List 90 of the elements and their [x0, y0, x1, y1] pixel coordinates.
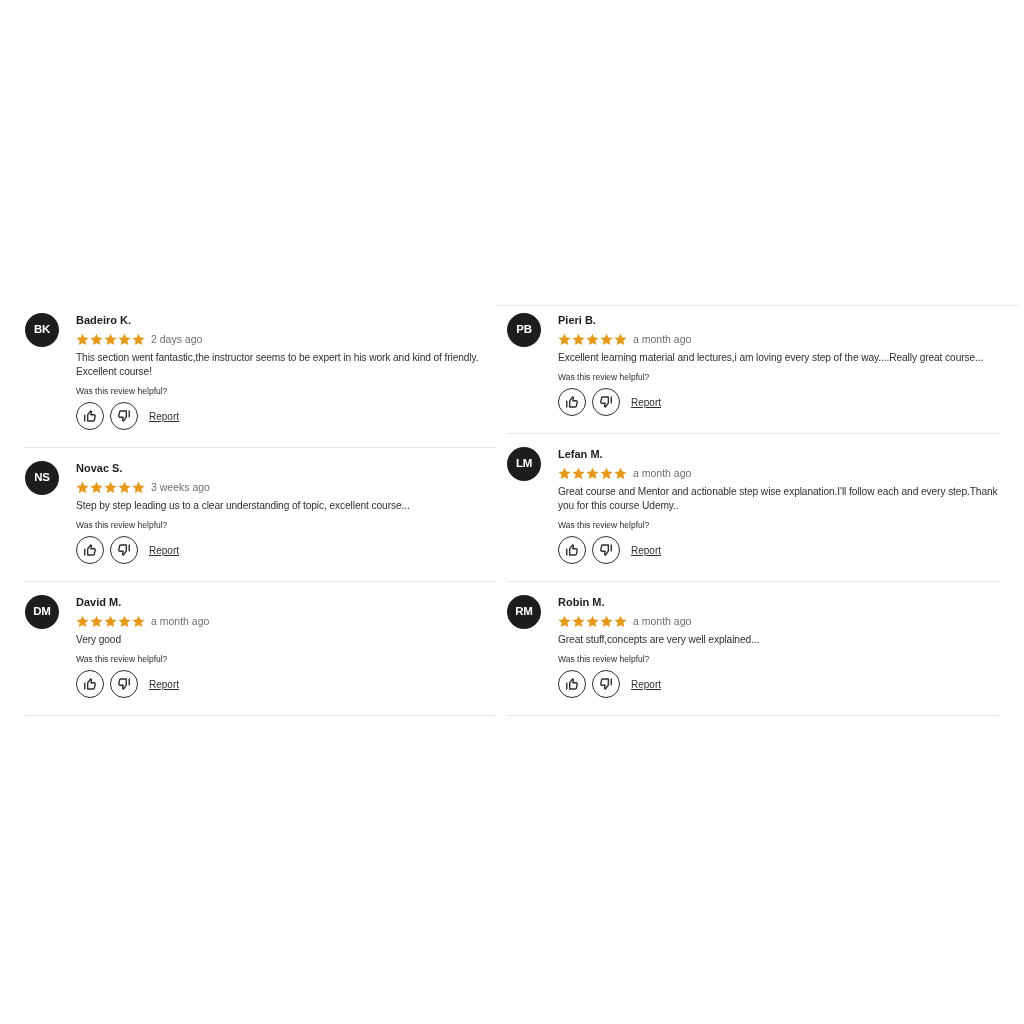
- reviewer-name: Robin M.: [558, 595, 606, 609]
- thumbs-up-button[interactable]: [76, 536, 104, 564]
- star-icon: [558, 332, 571, 346]
- review-text: Excellent learning material and lectures,i am loving every step of the way....Really great course...: [558, 351, 985, 365]
- thumbs-down-button[interactable]: [110, 536, 138, 564]
- thumbs-down-button[interactable]: [592, 388, 620, 416]
- thumbs-up-button[interactable]: [558, 388, 586, 416]
- star-icon: [600, 332, 613, 346]
- thumbs-up-icon: [565, 677, 579, 691]
- star-icon: [586, 332, 599, 346]
- report-link[interactable]: Report: [149, 676, 179, 692]
- star-icon: [614, 466, 627, 480]
- review-date: a month ago: [633, 332, 692, 346]
- thumbs-up-icon: [565, 543, 579, 557]
- report-link[interactable]: Report: [631, 394, 661, 410]
- thumbs-down-button[interactable]: [592, 670, 620, 698]
- report-link[interactable]: Report: [631, 676, 661, 692]
- review-text: Great stuff,concepts are very well explained...: [558, 633, 761, 647]
- thumbs-down-button[interactable]: [110, 402, 138, 430]
- star-icon: [118, 480, 131, 494]
- star-icon: [90, 480, 103, 494]
- thumbs-down-icon: [117, 543, 131, 557]
- thumbs-down-button[interactable]: [592, 536, 620, 564]
- star-icon: [572, 466, 585, 480]
- star-icon: [90, 332, 103, 346]
- thumbs-up-icon: [83, 409, 97, 423]
- thumbs-down-icon: [599, 677, 613, 691]
- avatar: BK: [25, 313, 59, 347]
- star-icon: [104, 614, 117, 628]
- review-text: Very good: [76, 633, 122, 647]
- helpful-prompt: Was this review helpful?: [76, 653, 169, 665]
- review-date: 2 days ago: [151, 332, 203, 346]
- star-icon: [118, 614, 131, 628]
- thumbs-down-icon: [599, 395, 613, 409]
- thumbs-up-button[interactable]: [558, 670, 586, 698]
- report-link[interactable]: Report: [149, 542, 179, 558]
- helpful-prompt: Was this review helpful?: [76, 385, 169, 397]
- thumbs-down-icon: [117, 409, 131, 423]
- thumbs-up-icon: [83, 677, 97, 691]
- review-text: Great course and Mentor and actionable step wise explanation.I'll follow each and every step.Thank you for this course Udemy..: [558, 485, 999, 513]
- review-text: This section went fantastic,the instructor seems to be expert in his work and kind of friendly. Excellent course!: [76, 351, 480, 379]
- star-icon: [600, 466, 613, 480]
- helpful-prompt: Was this review helpful?: [558, 653, 651, 665]
- helpful-prompt: Was this review helpful?: [558, 371, 651, 383]
- reviewer-name: Pieri B.: [558, 313, 597, 327]
- star-icon: [76, 614, 89, 628]
- star-icon: [586, 466, 599, 480]
- thumbs-up-button[interactable]: [76, 670, 104, 698]
- star-icon: [118, 332, 131, 346]
- star-icon: [76, 332, 89, 346]
- star-icon: [558, 466, 571, 480]
- thumbs-down-icon: [117, 677, 131, 691]
- star-icon: [132, 332, 145, 346]
- thumbs-down-icon: [599, 543, 613, 557]
- review-date: a month ago: [633, 466, 692, 480]
- helpful-prompt: Was this review helpful?: [76, 519, 169, 531]
- star-icon: [614, 614, 627, 628]
- report-link[interactable]: Report: [631, 542, 661, 558]
- reviewer-name: Novac S.: [76, 461, 124, 475]
- avatar: NS: [25, 461, 59, 495]
- avatar: LM: [507, 447, 541, 481]
- reviewer-name: David M.: [76, 595, 123, 609]
- star-icon: [614, 332, 627, 346]
- star-icon: [558, 614, 571, 628]
- review-text: Step by step leading us to a clear understanding of topic, excellent course...: [76, 499, 411, 513]
- star-icon: [90, 614, 103, 628]
- star-icon: [600, 614, 613, 628]
- thumbs-up-icon: [565, 395, 579, 409]
- star-icon: [132, 480, 145, 494]
- star-icon: [104, 480, 117, 494]
- helpful-prompt: Was this review helpful?: [558, 519, 651, 531]
- star-icon: [104, 332, 117, 346]
- review-date: a month ago: [633, 614, 692, 628]
- star-icon: [132, 614, 145, 628]
- thumbs-up-button[interactable]: [558, 536, 586, 564]
- star-icon: [572, 614, 585, 628]
- star-icon: [76, 480, 89, 494]
- report-link[interactable]: Report: [149, 408, 179, 424]
- review-date: 3 weeks ago: [151, 480, 210, 494]
- avatar: PB: [507, 313, 541, 347]
- avatar: RM: [507, 595, 541, 629]
- review-date: a month ago: [151, 614, 210, 628]
- star-icon: [572, 332, 585, 346]
- avatar: DM: [25, 595, 59, 629]
- thumbs-down-button[interactable]: [110, 670, 138, 698]
- thumbs-up-button[interactable]: [76, 402, 104, 430]
- reviewer-name: Badeiro K.: [76, 313, 132, 327]
- reviewer-name: Lefan M.: [558, 447, 604, 461]
- thumbs-up-icon: [83, 543, 97, 557]
- star-icon: [586, 614, 599, 628]
